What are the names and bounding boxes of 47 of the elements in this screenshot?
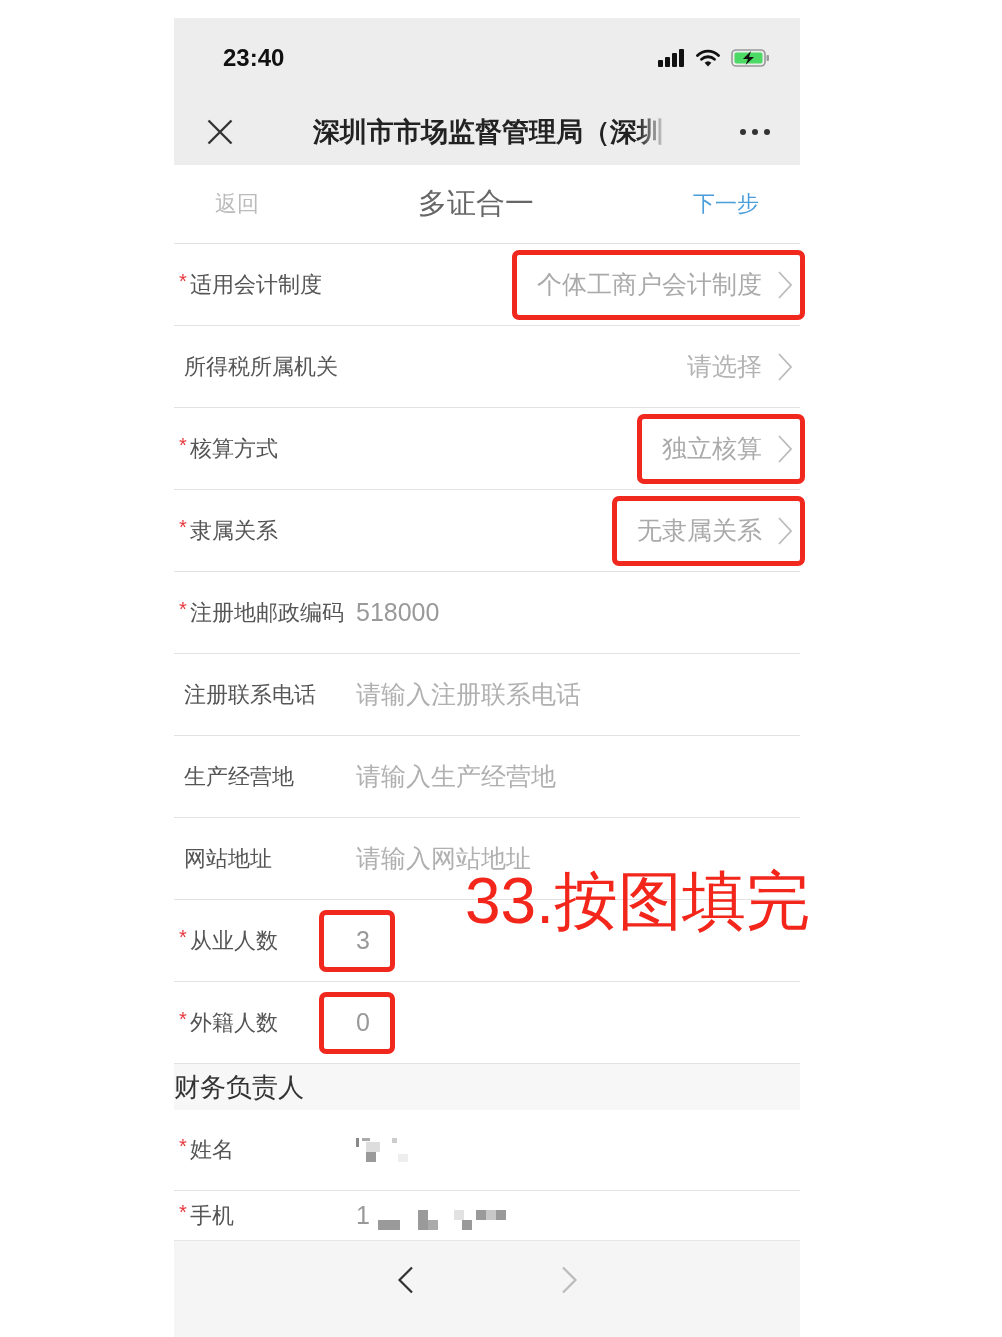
required-marker: * <box>179 925 188 949</box>
close-icon[interactable] <box>207 118 233 145</box>
chevron-right-icon <box>777 351 793 382</box>
chevron-left-icon[interactable] <box>396 1266 414 1294</box>
field-label: 从业人数 <box>190 926 278 955</box>
back-button[interactable]: 返回 <box>215 189 259 219</box>
picker-placeholder[interactable]: 请选择 <box>687 350 762 383</box>
picker-value[interactable]: 无隶属关系 <box>637 514 762 547</box>
required-marker: * <box>179 1135 188 1158</box>
required-marker: * <box>179 1007 188 1031</box>
field-label: 隶属关系 <box>190 516 278 545</box>
required-marker: * <box>179 1200 188 1224</box>
field-label: 网站地址 <box>184 844 272 873</box>
section-title: 财务负责人 <box>174 1070 304 1104</box>
form-title: 多证合一 <box>418 186 534 221</box>
field-label: 姓名 <box>190 1136 234 1164</box>
chevron-right-icon <box>777 515 793 546</box>
input-field[interactable]: 3 <box>356 925 376 956</box>
picker-value[interactable]: 个体工商户会计制度 <box>537 268 762 301</box>
input-field[interactable]: 518000 <box>356 597 793 628</box>
signal-icon <box>658 49 685 67</box>
input-field[interactable]: 0 <box>356 1007 376 1038</box>
chevron-right-icon <box>777 433 793 464</box>
input-field[interactable]: 请输入注册联系电话 <box>356 679 793 710</box>
more-icon[interactable] <box>740 128 770 135</box>
field-value: 1 <box>356 1201 370 1230</box>
required-marker: * <box>179 269 188 293</box>
annotation-text: 33.按图填完 <box>465 869 810 933</box>
required-marker: * <box>179 515 188 539</box>
field-label: 核算方式 <box>190 434 278 463</box>
field-label: 生产经营地 <box>184 762 294 791</box>
status-time: 23:40 <box>223 44 285 72</box>
field-label: 适用会计制度 <box>190 270 322 299</box>
required-marker: * <box>179 597 188 621</box>
wifi-icon <box>696 49 720 67</box>
picker-value[interactable]: 独立核算 <box>662 432 762 465</box>
chevron-right-icon <box>777 269 793 300</box>
input-field[interactable]: 请输入生产经营地 <box>356 761 793 792</box>
page-title: 深圳市市场监督管理局（深圳 <box>313 115 664 149</box>
required-marker: * <box>179 433 188 457</box>
field-label: 外籍人数 <box>190 1008 278 1037</box>
battery-charging-icon <box>731 49 771 67</box>
field-label: 注册联系电话 <box>184 680 316 709</box>
field-label: 所得税所属机关 <box>184 352 338 381</box>
field-label: 手机 <box>190 1201 234 1230</box>
next-step-button[interactable]: 下一步 <box>693 189 759 219</box>
field-label: 注册地邮政编码 <box>190 598 344 627</box>
